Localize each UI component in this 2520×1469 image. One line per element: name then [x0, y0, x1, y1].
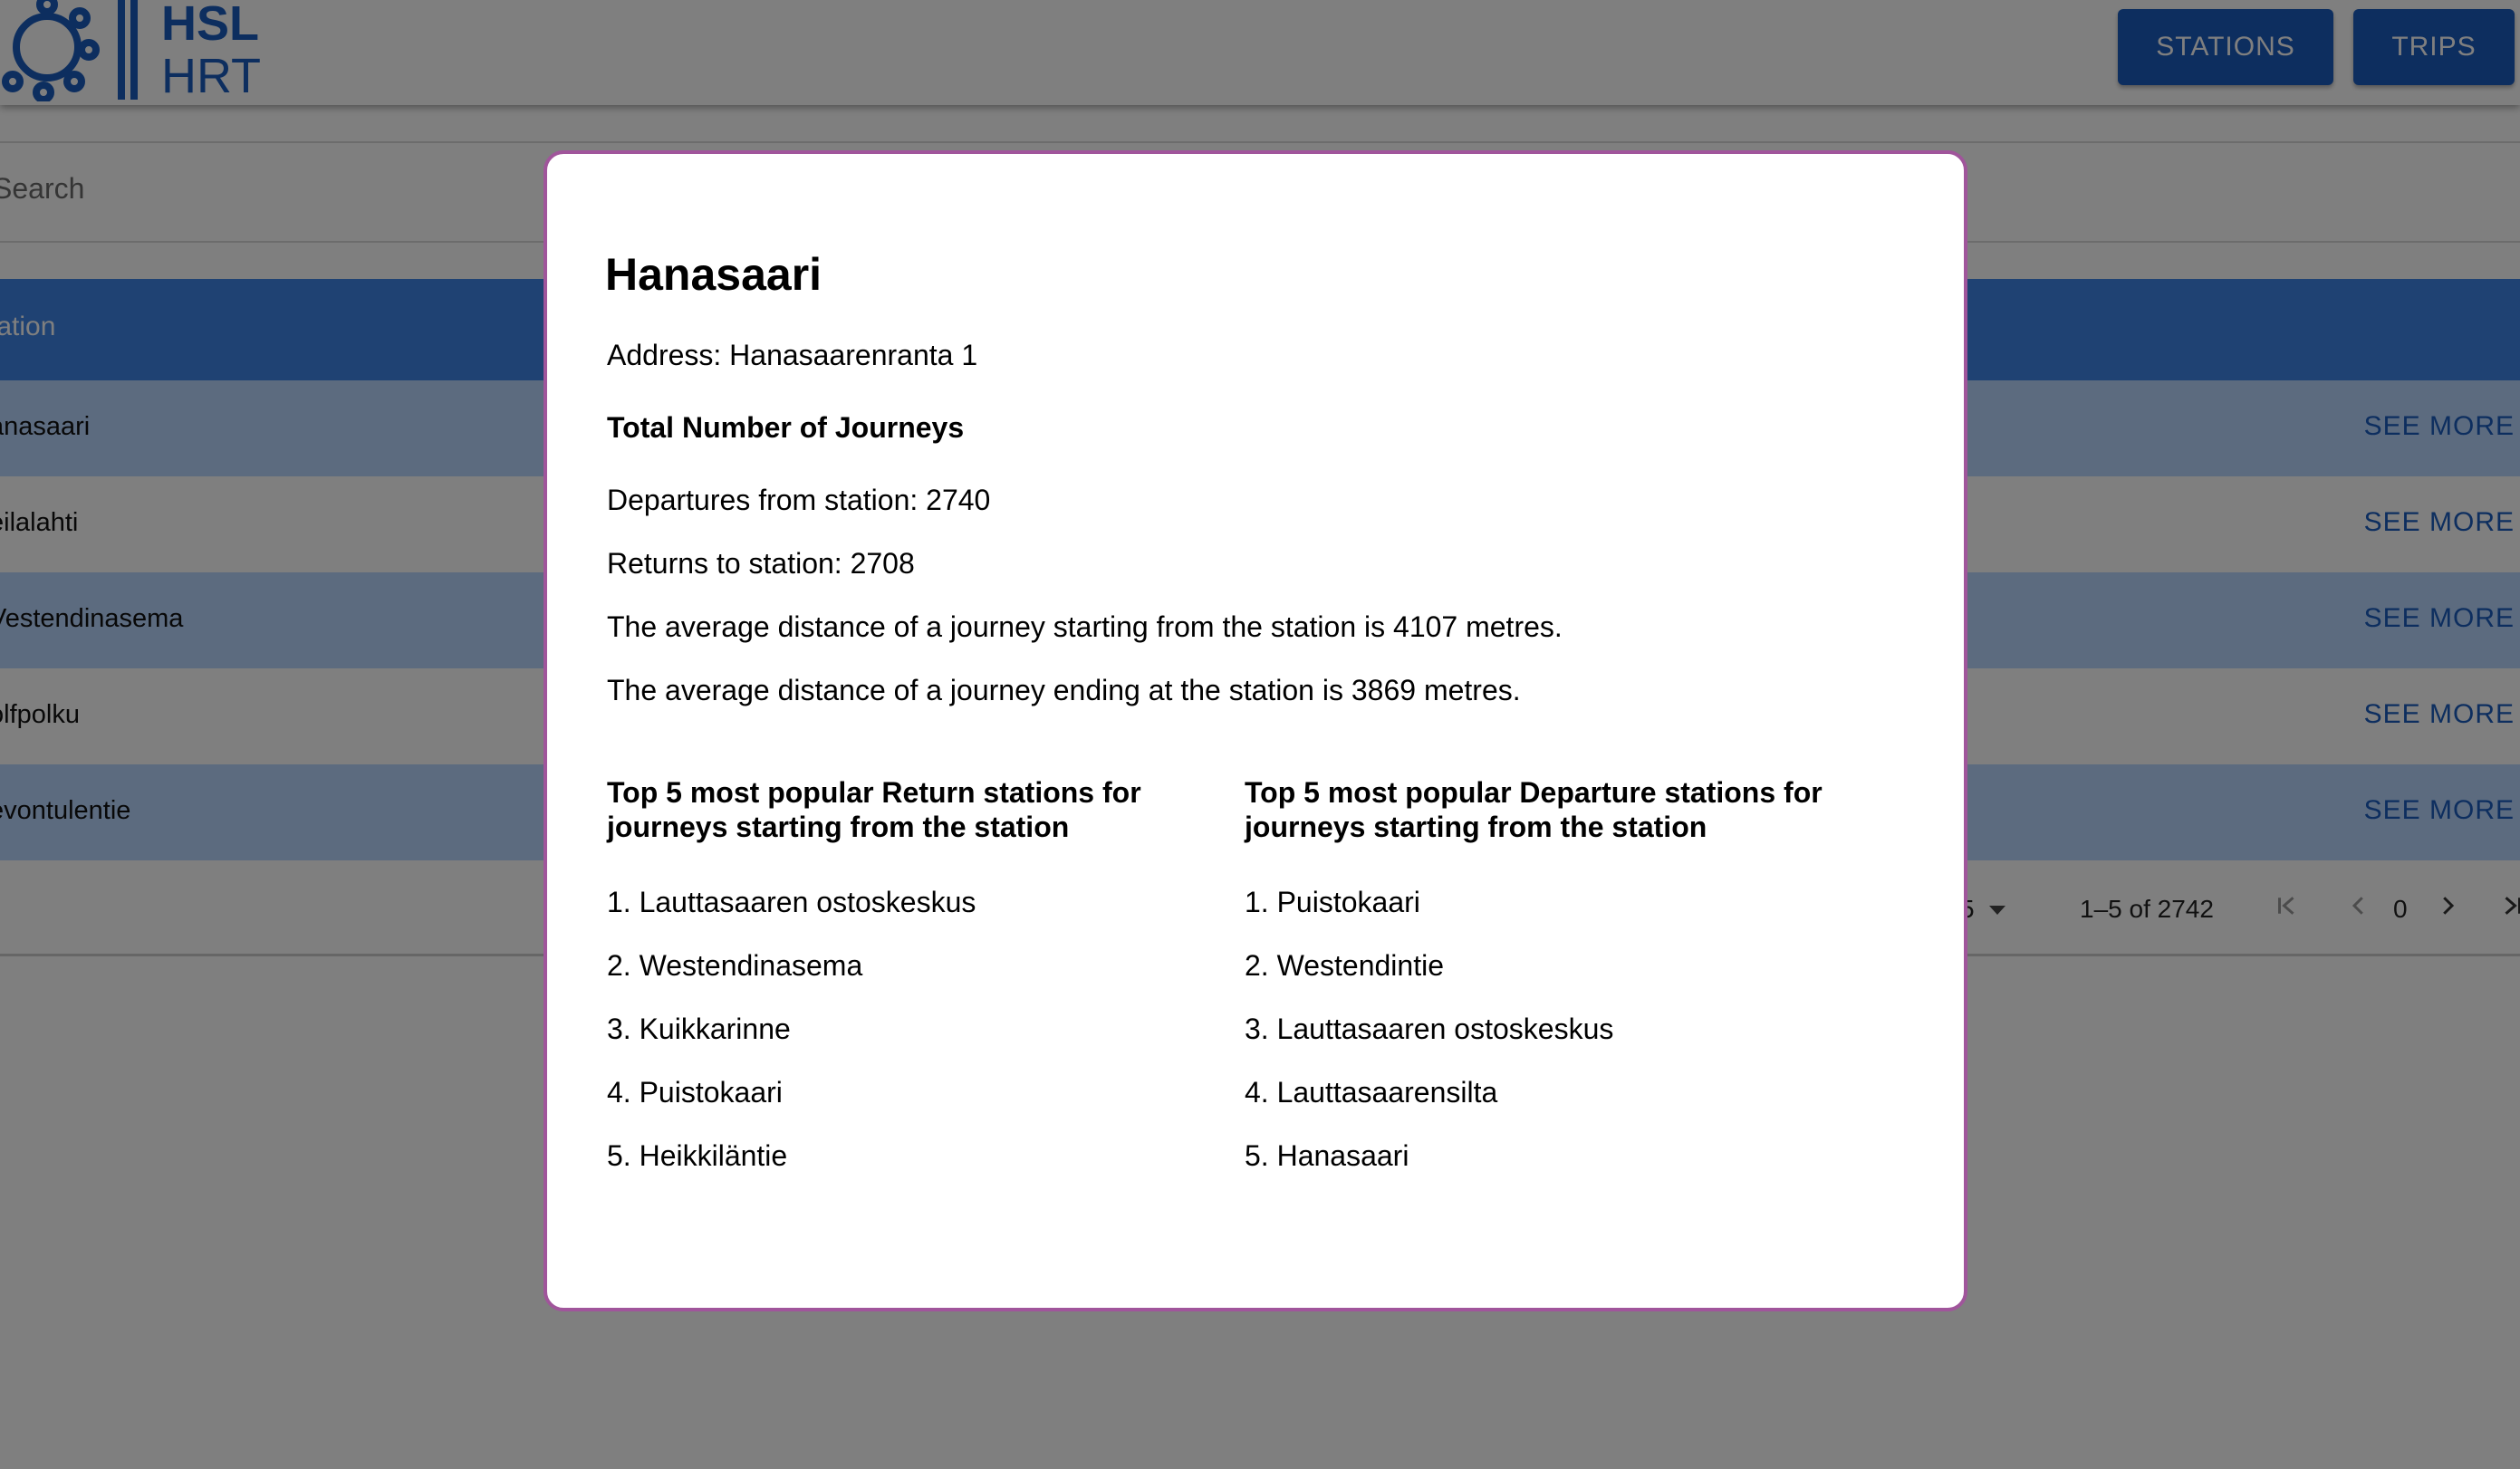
average-distance-start: The average distance of a journey starti…: [607, 610, 1563, 643]
top-return-list: 1. Lauttasaaren ostoskeskus 2. Westendin…: [607, 888, 1223, 1205]
station-detail-modal: Hanasaari Address: Hanasaarenranta 1 Tot…: [543, 150, 1967, 1311]
top-return-stations: Top 5 most popular Return stations for j…: [607, 775, 1223, 1205]
total-journeys-heading: Total Number of Journeys: [607, 411, 965, 444]
top-departure-heading: Top 5 most popular Departure stations fo…: [1245, 776, 1823, 843]
top-return-heading: Top 5 most popular Return stations for j…: [607, 776, 1141, 843]
list-item: 1. Puistokaari: [1245, 886, 1420, 918]
returns-count: Returns to station: 2708: [607, 547, 915, 580]
list-item: 5. Heikkiläntie: [607, 1139, 788, 1172]
station-address: Address: Hanasaarenranta 1: [607, 339, 978, 371]
list-item: 4. Lauttasaarensilta: [1245, 1076, 1498, 1109]
list-item: 1. Lauttasaaren ostoskeskus: [607, 886, 976, 918]
list-item: 3. Lauttasaaren ostoskeskus: [1245, 1013, 1614, 1045]
list-item: 2. Westendintie: [1245, 949, 1444, 982]
top-departure-list: 1. Puistokaari 2. Westendintie 3. Lautta…: [1245, 888, 1861, 1205]
list-item: 4. Puistokaari: [607, 1076, 783, 1109]
list-item: 2. Westendinasema: [607, 949, 863, 982]
average-distance-end: The average distance of a journey ending…: [607, 674, 1521, 706]
departures-count: Departures from station: 2740: [607, 484, 991, 516]
top-departure-stations: Top 5 most popular Departure stations fo…: [1245, 775, 1861, 1205]
list-item: 5. Hanasaari: [1245, 1139, 1409, 1172]
modal-title: Hanasaari: [605, 249, 822, 300]
list-item: 3. Kuikkarinne: [607, 1013, 791, 1045]
